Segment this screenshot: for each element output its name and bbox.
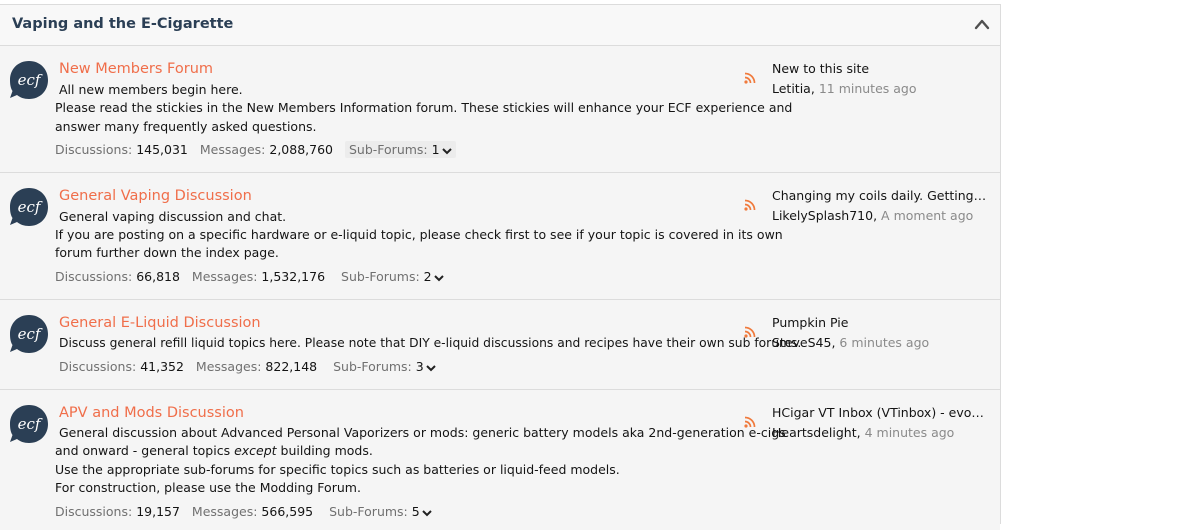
forum-description-line: Please read the stickies in the New Memb… xyxy=(55,100,793,115)
subforums-count: 2 xyxy=(423,269,432,284)
forum-description-line: General discussion about Advanced Person… xyxy=(59,425,786,440)
svg-text:ecf: ecf xyxy=(18,198,43,216)
subforums-label: Sub-Forums: xyxy=(333,359,412,374)
discussions-label: Discussions: xyxy=(55,269,133,284)
svg-text:ecf: ecf xyxy=(18,71,43,89)
chevron-down-icon xyxy=(421,509,432,516)
forum-title-link[interactable]: APV and Mods Discussion xyxy=(59,405,244,421)
forum-title-link[interactable]: General Vaping Discussion xyxy=(59,188,252,204)
last-post-user[interactable]: Heartsdelight, xyxy=(772,425,861,440)
last-post: Pumpkin Pie SteveS45, 6 minutes ago xyxy=(772,313,987,353)
subforums-label: Sub-Forums: xyxy=(348,142,428,157)
forum-category-panel: Vaping and the E-Cigarette ecf New Membe… xyxy=(0,4,1001,530)
forum-description-line: Use the appropriate sub-forums for speci… xyxy=(55,462,620,477)
discussions-count: 145,031 xyxy=(136,142,188,157)
rss-feed-icon[interactable] xyxy=(744,72,756,84)
forum-description-line: For construction, please use the Modding… xyxy=(55,480,361,495)
last-post: Changing my coils daily. Getting fru... … xyxy=(772,186,987,226)
discussions-label: Discussions: xyxy=(59,359,137,374)
forum-description-line: General vaping discussion and chat. xyxy=(59,209,287,224)
chevron-down-icon xyxy=(433,274,444,281)
last-post-title[interactable]: Changing my coils daily. Getting fru... xyxy=(772,186,987,206)
last-post: HCigar VT Inbox (VTinbox) - evolv ... He… xyxy=(772,403,987,443)
last-post-title[interactable]: New to this site xyxy=(772,59,987,79)
messages-label: Messages: xyxy=(199,142,266,157)
chevron-up-icon[interactable] xyxy=(974,17,990,31)
subforums-label: Sub-Forums: xyxy=(341,269,420,284)
discussions-label: Discussions: xyxy=(55,142,133,157)
rss-feed-icon[interactable] xyxy=(744,199,756,211)
last-post-title[interactable]: HCigar VT Inbox (VTinbox) - evolv ... xyxy=(772,403,987,423)
messages-label: Messages: xyxy=(195,359,262,374)
last-post-time: A moment ago xyxy=(881,208,974,223)
chevron-down-icon xyxy=(425,364,436,371)
last-post-user[interactable]: Letitia, xyxy=(772,81,815,96)
last-post-time: 11 minutes ago xyxy=(818,81,917,96)
forum-node: ecf APV and Mods Discussion General disc… xyxy=(0,390,1000,530)
subforums-toggle[interactable]: Sub-Forums: 1 xyxy=(344,141,456,158)
forum-stats: Discussions: 41,352 Messages: 822,148 Su… xyxy=(59,358,440,375)
forum-description-line: All new members begin here. xyxy=(59,82,243,97)
forum-description-line: answer many frequently asked questions. xyxy=(55,119,317,134)
forum-node: ecf New Members Forum All new members be… xyxy=(0,46,1000,173)
ecf-forum-icon: ecf xyxy=(10,61,48,99)
last-post: New to this site Letitia, 11 minutes ago xyxy=(772,59,987,99)
last-post-user[interactable]: SteveS45, xyxy=(772,335,835,350)
subforums-count: 3 xyxy=(415,359,424,374)
forum-node: ecf General Vaping Discussion General va… xyxy=(0,173,1000,300)
category-header: Vaping and the E-Cigarette xyxy=(0,5,1000,46)
forum-description-line: forum further down the index page. xyxy=(55,245,279,260)
forum-description-line: If you are posting on a specific hardwar… xyxy=(55,227,783,242)
last-post-user[interactable]: LikelySplash710, xyxy=(772,208,877,223)
messages-count: 822,148 xyxy=(265,359,318,374)
last-post-title[interactable]: Pumpkin Pie xyxy=(772,313,987,333)
svg-text:ecf: ecf xyxy=(18,325,43,343)
forum-node: ecf General E-Liquid Discussion Discuss … xyxy=(0,300,1000,390)
subforums-count: 1 xyxy=(431,142,440,157)
messages-label: Messages: xyxy=(191,269,258,284)
chevron-down-icon xyxy=(441,147,452,154)
svg-text:ecf: ecf xyxy=(18,415,43,433)
discussions-count: 66,818 xyxy=(136,269,180,284)
ecf-forum-icon: ecf xyxy=(10,315,48,353)
forum-description-line: Discuss general refill liquid topics her… xyxy=(59,336,802,350)
last-post-time: 6 minutes ago xyxy=(839,335,930,350)
discussions-count: 41,352 xyxy=(140,359,184,374)
messages-count: 1,532,176 xyxy=(261,269,326,284)
forum-title-link[interactable]: New Members Forum xyxy=(59,61,213,77)
last-post-time: 4 minutes ago xyxy=(864,425,955,440)
forum-description-line: and onward - general topics except build… xyxy=(55,443,373,458)
rss-feed-icon[interactable] xyxy=(744,326,756,338)
forum-stats: Discussions: 145,031 Messages: 2,088,760… xyxy=(55,141,456,158)
ecf-forum-icon: ecf xyxy=(10,405,48,443)
forum-title-link[interactable]: General E-Liquid Discussion xyxy=(59,315,261,331)
ecf-forum-icon: ecf xyxy=(10,188,48,226)
forum-stats: Discussions: 66,818 Messages: 1,532,176 … xyxy=(55,268,448,285)
subforums-toggle[interactable]: Sub-Forums: 3 xyxy=(329,358,440,375)
rss-feed-icon[interactable] xyxy=(744,416,756,428)
subforums-toggle[interactable]: Sub-Forums: 2 xyxy=(337,268,448,285)
category-title[interactable]: Vaping and the E-Cigarette xyxy=(12,16,233,32)
messages-count: 2,088,760 xyxy=(269,142,333,157)
